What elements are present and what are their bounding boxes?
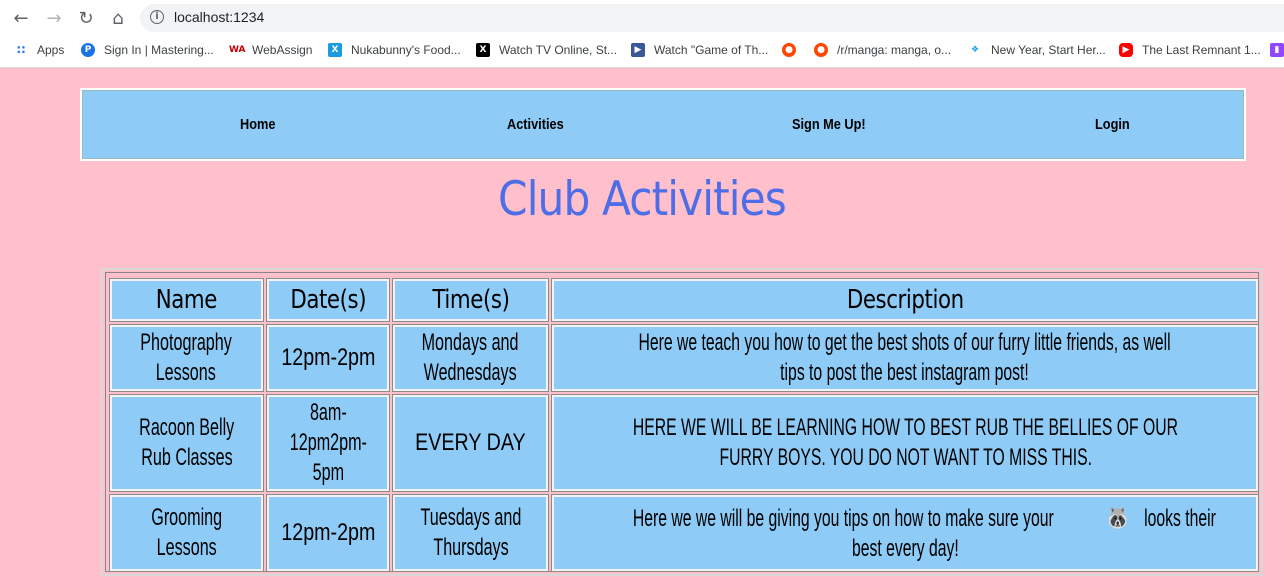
bookmark-label: Watch "Game of Th... [654,43,769,57]
row3-description: Here we we will be giving you tips on ho… [552,495,1258,571]
bookmark-label: The Last Remnant 1... [1142,43,1261,57]
header-name: Name [110,279,263,321]
activities-table: Name Date(s) Time(s) Description Photogr… [101,268,1263,576]
row3-name: Grooming Lessons [110,495,263,571]
twitch-icon: ▮ [1270,43,1284,57]
bookmark-twitch[interactable]: ▮ [1270,40,1284,60]
back-arrow-icon[interactable]: ← [9,6,33,30]
bookmark-watch-tv[interactable]: X Watch TV Online, St... [476,40,617,60]
header-times: Time(s) [393,279,548,321]
row2-name: Racoon Belly Rub Classes [110,395,263,491]
youtube-icon: ▶ [1119,43,1133,57]
nav-home-link[interactable]: Home [240,116,275,133]
row3-time: Tuesdays and Thursdays [393,495,548,571]
main-nav: Home Activities Sign Me Up! Login [80,88,1246,161]
nav-signup-link[interactable]: Sign Me Up! [792,116,866,133]
bookmark-mastering[interactable]: P Sign In | Mastering... [81,40,214,60]
bookmark-label: New Year, Start Her... [991,43,1106,57]
food-icon: X [328,43,342,57]
bookmark-label: /r/manga: manga, o... [837,43,952,57]
bookmark-label: Watch TV Online, St... [499,43,618,57]
nav-activities-link[interactable]: Activities [507,116,564,133]
forward-arrow-icon[interactable]: → [42,6,66,30]
address-bar[interactable]: i localhost:1234 [140,4,1284,32]
bookmark-label: WebAssign [252,43,313,57]
header-description: Description [552,279,1258,321]
mastering-icon: P [81,43,95,57]
bookmark-webassign[interactable]: WA WebAssign [229,40,312,60]
x-icon: X [476,43,490,57]
bookmark-reddit[interactable]: ● [782,40,805,60]
browser-chrome: ← → ↻ ⌂ i localhost:1234 ∷ Apps P Sign I… [0,0,1284,68]
reload-icon[interactable]: ↻ [74,6,98,30]
reddit-icon: ● [782,43,796,57]
header-dates: Date(s) [267,279,389,321]
browser-toolbar: ← → ↻ ⌂ i localhost:1234 [0,0,1284,36]
bookmarks-bar: ∷ Apps P Sign In | Mastering... WA WebAs… [0,38,1284,62]
row2-date: 8am- 12pm2pm- 5pm [267,395,389,491]
bookmark-last-remnant[interactable]: ▶ The Last Remnant 1... [1119,40,1261,60]
bookmark-apps[interactable]: ∷ Apps [14,40,65,60]
bookmark-got[interactable]: ▶ Watch "Game of Th... [631,40,768,60]
raccoon-emoji-icon: 🦝 [1107,502,1129,533]
row1-description: Here we teach you how to get the best sh… [552,325,1258,391]
bookmark-label: Nukabunny's Food... [351,43,461,57]
webassign-icon: WA [229,45,246,55]
row2-time: EVERY DAY [393,395,548,491]
nav-login-link[interactable]: Login [1095,116,1130,133]
row1-time: Mondays and Wednesdays [393,325,548,391]
apps-grid-icon: ∷ [16,43,26,57]
bookmark-manga[interactable]: ● /r/manga: manga, o... [814,40,951,60]
clapper-icon: ▶ [631,43,645,57]
home-icon[interactable]: ⌂ [106,6,130,30]
row2-description: HERE WE WILL BE LEARNING HOW TO BEST RUB… [552,395,1258,491]
bookmark-label: Apps [37,43,65,57]
bookmark-food[interactable]: X Nukabunny's Food... [328,40,461,60]
bookmark-new-year[interactable]: ❖ New Year, Start Her... [968,40,1106,60]
row1-date: 12pm-2pm [267,325,389,391]
page-title: Club Activities [498,172,787,227]
row3-date: 12pm-2pm [267,495,389,571]
info-icon[interactable]: i [150,10,164,24]
bookmark-label: Sign In | Mastering... [104,43,214,57]
reddit-icon: ● [814,43,828,57]
bird-icon: ❖ [970,45,980,55]
row1-name: Photography Lessons [110,325,263,391]
url-text[interactable]: localhost:1234 [174,9,264,25]
